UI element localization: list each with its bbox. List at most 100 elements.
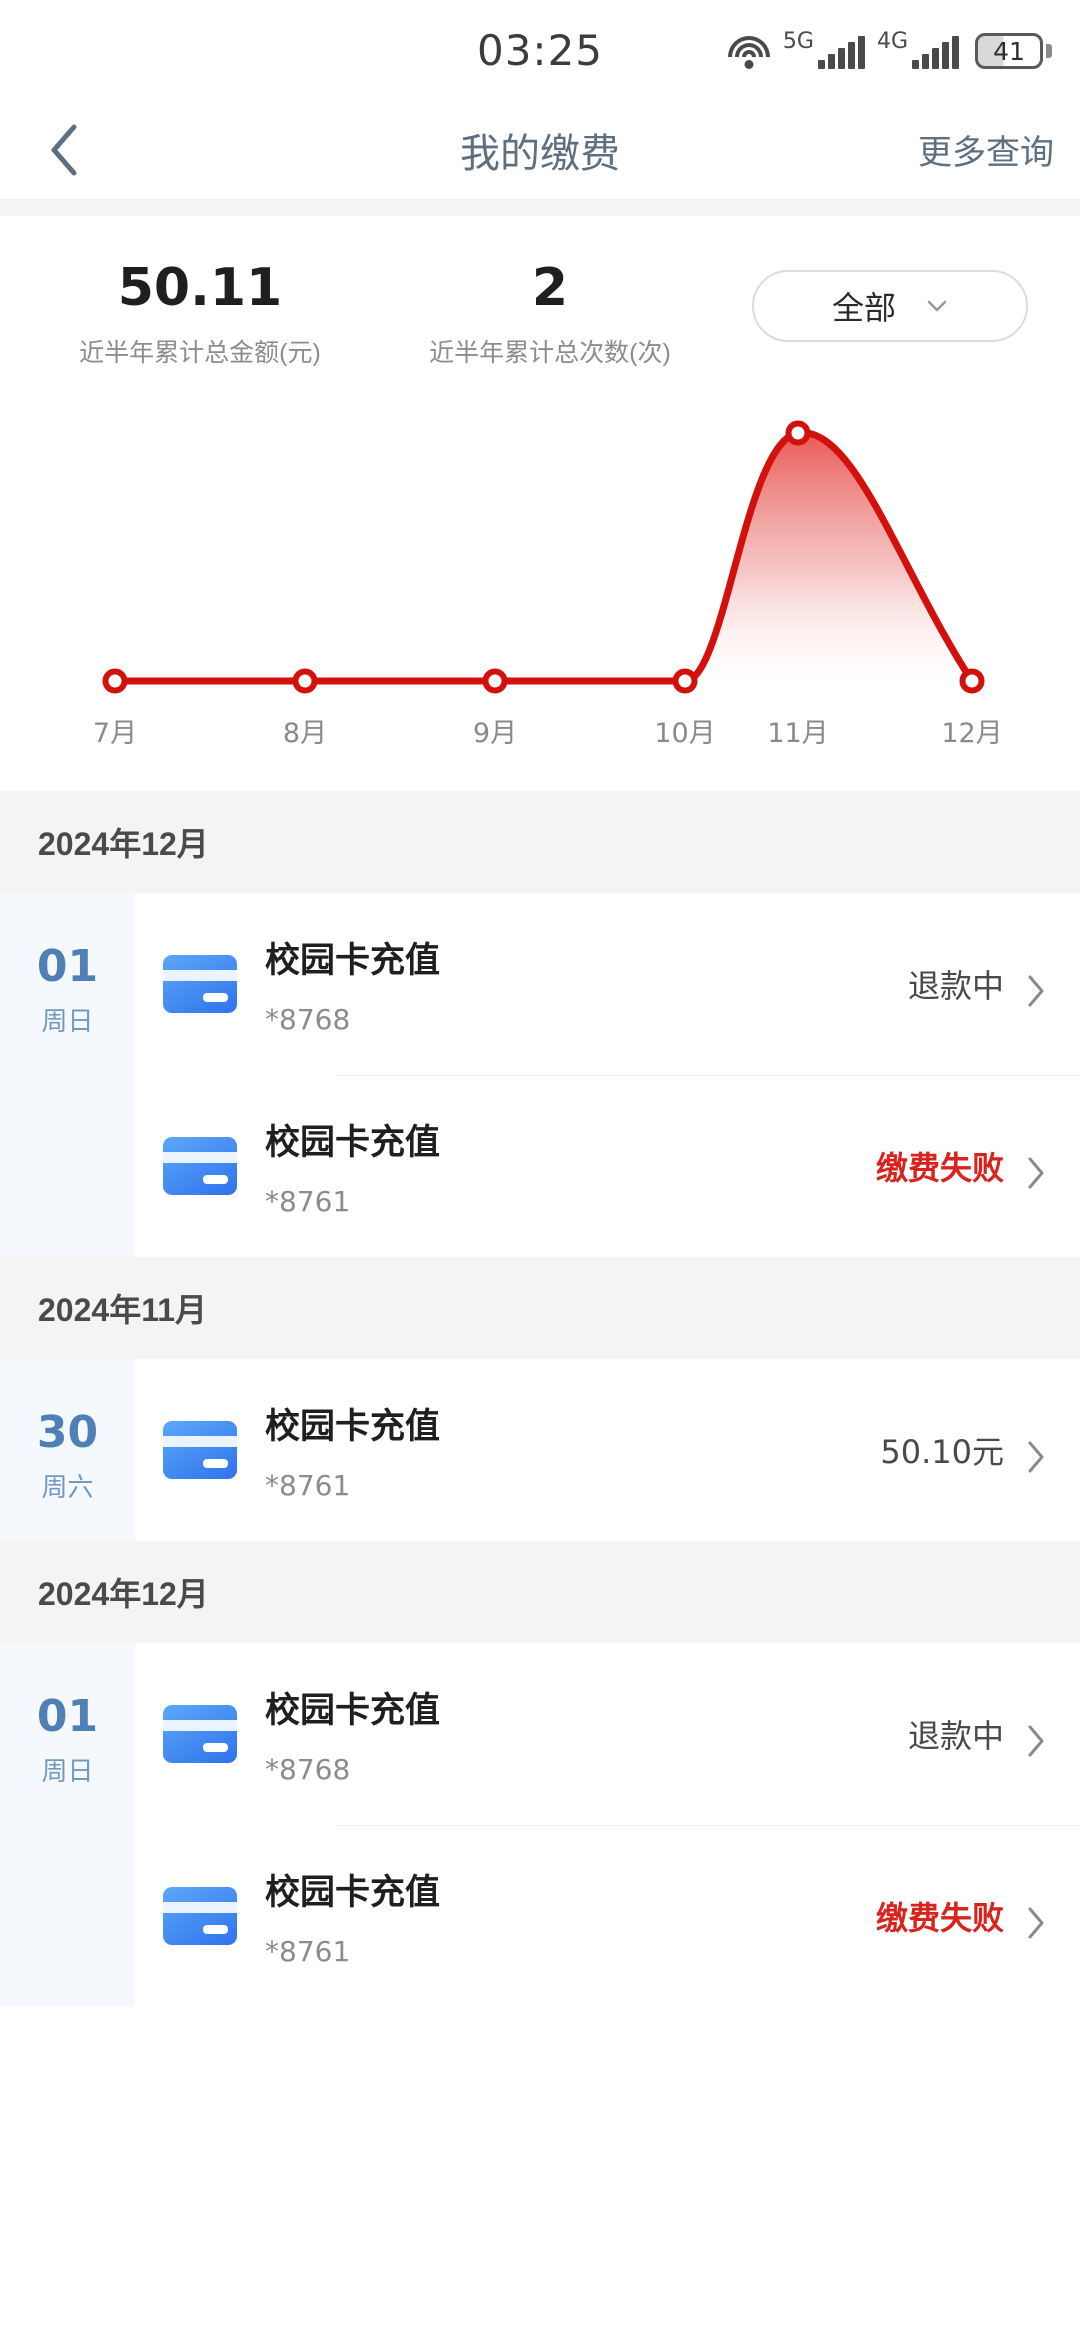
month-section-header: 2024年12月: [0, 1541, 1080, 1644]
date-weekday: 周日: [41, 1006, 94, 1037]
x-tick-label-3: 10月: [654, 718, 716, 750]
chevron-right-icon: [1026, 1906, 1046, 1939]
x-tick-label-5: 12月: [941, 718, 1003, 750]
table-row[interactable]: 校园卡充值 *8761 缴费失败: [135, 1825, 1080, 2007]
row-status-area: 缴费失败: [876, 1143, 1046, 1189]
row-text: 校园卡充值 *8761: [265, 1864, 876, 1968]
battery-icon: 41: [975, 33, 1052, 69]
month-section-header: 2024年12月: [0, 791, 1080, 894]
transaction-amount: 50.10元: [880, 1433, 1004, 1472]
payment-trend-chart: 7月 8月 9月 10月 11月 12月: [0, 391, 1080, 792]
stat-total-count-label: 近半年累计总次数(次): [429, 339, 671, 368]
date-column: 01 周日: [0, 1643, 135, 2008]
bank-card-icon: [135, 1705, 265, 1764]
status-badge: 缴费失败: [875, 1150, 1004, 1187]
network-type-label-5g: 5G: [782, 29, 814, 54]
chart-point-7: [102, 668, 128, 694]
row-text: 校园卡充值 *8768: [265, 932, 908, 1036]
day-rows: 校园卡充值 *8768 退款中 校园卡充值 *8761 缴费失败: [135, 1643, 1080, 2007]
day-group: 30 周六 校园卡充值 *8761 50.10元: [0, 1359, 1080, 1542]
stat-total-amount-label: 近半年累计总金额(元): [79, 339, 321, 368]
signal-bars-icon-4g: [912, 36, 959, 69]
x-tick-label-0: 7月: [92, 718, 138, 750]
row-status-area: 缴费失败: [876, 1893, 1046, 1939]
table-row[interactable]: 校园卡充值 *8761 缴费失败: [135, 1075, 1080, 1257]
stat-total-amount-value: 50.11: [117, 258, 283, 318]
row-text: 校园卡充值 *8768: [265, 1682, 908, 1786]
transaction-list: 2024年12月 01 周日 校园卡充值 *8768 退款中 校园卡充值 *87…: [0, 791, 1080, 2008]
back-button[interactable]: [34, 120, 94, 180]
date-column: 01 周日: [0, 893, 135, 1258]
chart-point-12: [959, 668, 985, 694]
chart-x-axis-labels: 7月 8月 9月 10月 11月 12月: [0, 711, 1080, 771]
x-tick-label-2: 9月: [472, 718, 518, 750]
chevron-right-icon: [1026, 974, 1046, 1007]
x-tick-label-4: 11月: [767, 718, 829, 750]
stat-total-count: 2 近半年累计总次数(次): [400, 259, 700, 369]
bank-card-icon: [135, 955, 265, 1014]
x-tick-label-1: 8月: [282, 718, 328, 750]
chart-point-11: [785, 420, 811, 446]
bank-card-icon: [135, 1137, 265, 1196]
status-icons: 5G 4G 41: [727, 31, 1052, 69]
more-query-button[interactable]: 更多查询: [918, 125, 1054, 174]
chart-point-9: [482, 668, 508, 694]
day-group: 01 周日 校园卡充值 *8768 退款中 校园卡充值 *8761 缴费失败: [0, 893, 1080, 1258]
transaction-account: *8761: [265, 1469, 351, 1503]
transaction-account: *8768: [265, 1753, 351, 1787]
status-badge: 缴费失败: [875, 1900, 1004, 1937]
status-badge: 退款中: [907, 1718, 1004, 1755]
date-column: 30 周六: [0, 1359, 135, 1542]
transaction-account: *8768: [265, 1003, 351, 1037]
stat-total-amount: 50.11 近半年累计总金额(元): [0, 258, 400, 369]
summary-panel: 50.11 近半年累计总金额(元) 2 近半年累计总次数(次) 全部: [0, 216, 1080, 392]
table-row[interactable]: 校园卡充值 *8761 50.10元: [135, 1359, 1080, 1541]
chart-point-8: [292, 668, 318, 694]
date-day-number: 01: [36, 1691, 99, 1743]
table-row[interactable]: 校园卡充值 *8768 退款中: [135, 1643, 1080, 1825]
row-status-area: 退款中: [908, 1711, 1046, 1757]
filter-dropdown-value: 全部: [831, 290, 896, 326]
bank-card-icon: [135, 1887, 265, 1946]
chart-point-10: [672, 668, 698, 694]
chevron-down-icon: [926, 295, 948, 317]
navigation-bar: 我的缴费 更多查询: [0, 100, 1080, 200]
date-day-number: 01: [36, 941, 99, 993]
row-status-area: 50.10元: [880, 1427, 1046, 1473]
day-group: 01 周日 校园卡充值 *8768 退款中 校园卡充值 *8761 缴费失败: [0, 1643, 1080, 2008]
row-status-area: 退款中: [908, 961, 1046, 1007]
chevron-right-icon: [1026, 1440, 1046, 1473]
transaction-title: 校园卡充值: [265, 1407, 441, 1447]
transaction-title: 校园卡充值: [265, 1873, 441, 1913]
signal-5g-group: 5G: [783, 31, 865, 69]
status-time: 03:25: [476, 25, 604, 75]
signal-bars-icon-5g: [817, 36, 865, 69]
date-weekday: 周日: [41, 1756, 94, 1787]
row-text: 校园卡充值 *8761: [265, 1114, 876, 1218]
transaction-title: 校园卡充值: [265, 1123, 441, 1163]
chevron-right-icon: [1026, 1724, 1046, 1757]
day-rows: 校园卡充值 *8768 退款中 校园卡充值 *8761 缴费失败: [135, 893, 1080, 1257]
transaction-title: 校园卡充值: [265, 941, 441, 981]
status-bar: 03:25 5G 4G 41: [0, 0, 1080, 100]
app-screen: 03:25 5G 4G 41 我的缴费 更多查询 50.11 近半年累计总金额(…: [0, 0, 1080, 2340]
chart-area-fill: [115, 432, 972, 682]
signal-4g-group: 4G: [877, 31, 959, 69]
row-text: 校园卡充值 *8761: [265, 1398, 880, 1502]
month-section-header: 2024年11月: [0, 1257, 1080, 1360]
date-weekday: 周六: [41, 1472, 94, 1503]
day-rows: 校园卡充值 *8761 50.10元: [135, 1359, 1080, 1541]
section-divider: [0, 200, 1080, 216]
table-row[interactable]: 校园卡充值 *8768 退款中: [135, 893, 1080, 1075]
filter-dropdown[interactable]: 全部: [752, 270, 1028, 342]
filter-area: 全部: [700, 260, 1080, 342]
status-badge: 退款中: [907, 968, 1004, 1005]
wifi-icon: [727, 35, 771, 69]
battery-level-label: 41: [993, 36, 1025, 66]
date-day-number: 30: [36, 1407, 99, 1459]
bank-card-icon: [135, 1421, 265, 1480]
chevron-right-icon: [1026, 1156, 1046, 1189]
transaction-account: *8761: [265, 1185, 351, 1219]
network-type-label-4g: 4G: [876, 29, 908, 54]
transaction-account: *8761: [265, 1935, 351, 1969]
